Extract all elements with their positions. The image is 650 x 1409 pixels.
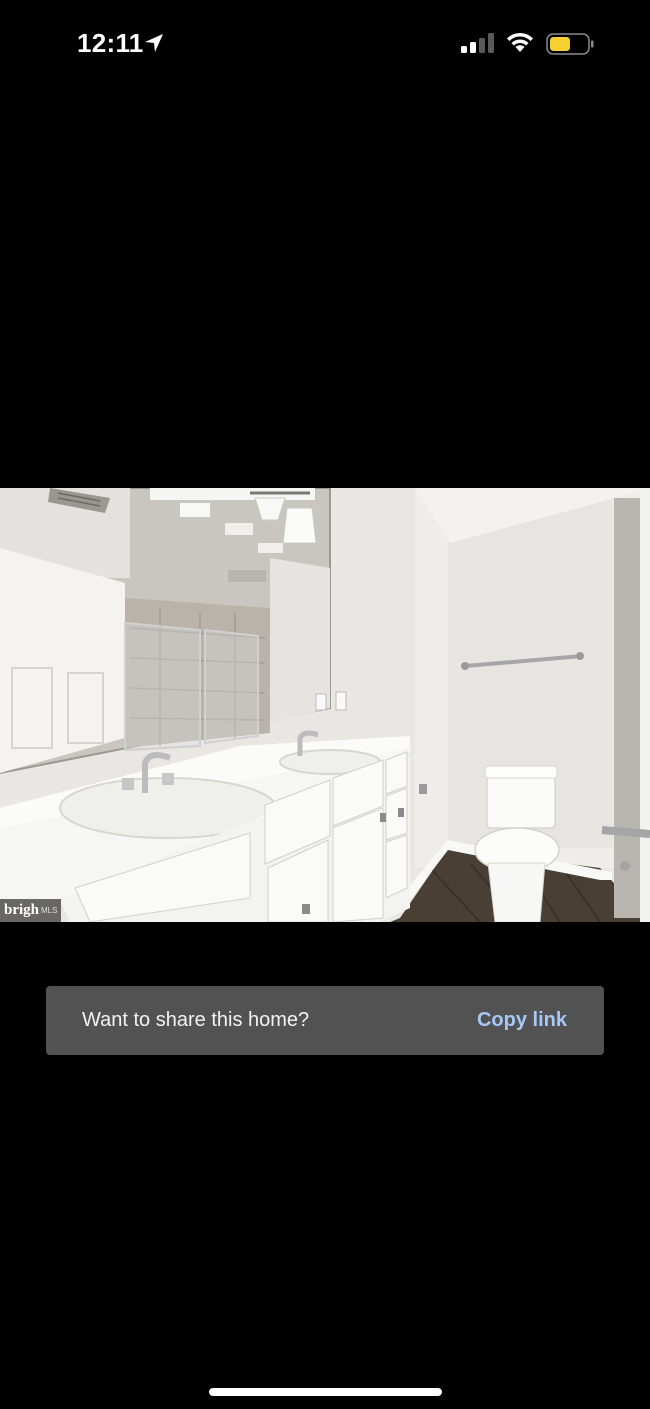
share-toast: Want to share this home? Copy link: [46, 986, 604, 1055]
mls-watermark: brigh MLS: [0, 899, 62, 922]
battery-icon: [546, 33, 594, 55]
cellular-signal-icon: [461, 33, 494, 53]
share-message: Want to share this home?: [82, 1009, 310, 1031]
wifi-icon: [507, 32, 533, 52]
bathroom-photo[interactable]: brigh MLS: [0, 488, 650, 922]
status-bar: 12:11: [0, 0, 650, 90]
status-time: 12:11: [77, 28, 144, 58]
location-arrow-icon: [145, 34, 163, 52]
home-indicator[interactable]: [209, 1388, 442, 1396]
watermark-mls: MLS: [41, 906, 58, 915]
watermark-brand: brigh: [4, 902, 40, 918]
bathroom-image: [0, 488, 650, 922]
copy-link-button[interactable]: Copy link: [477, 1009, 567, 1032]
